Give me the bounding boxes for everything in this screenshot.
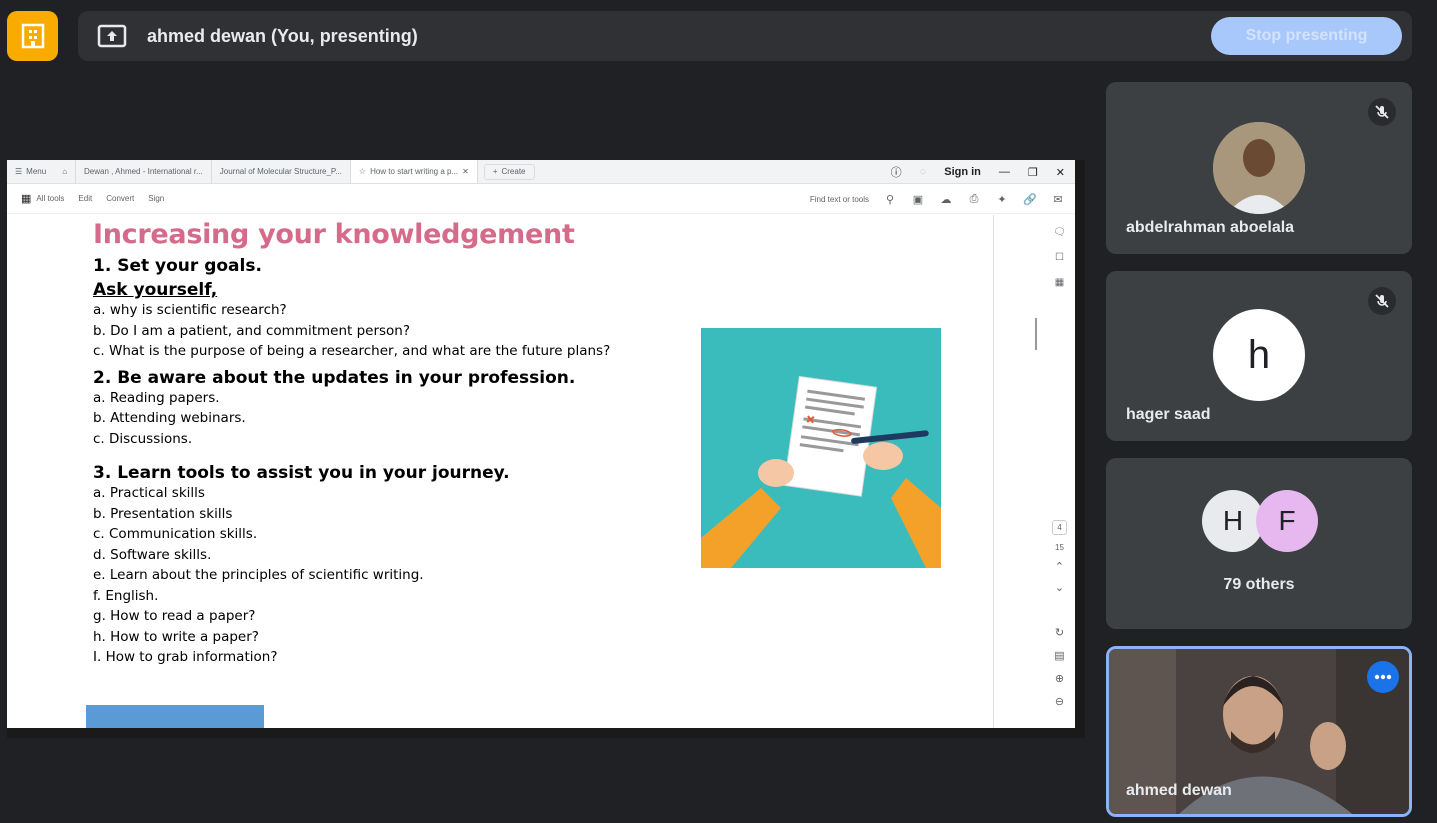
menu-button[interactable]: ☰ Menu — [7, 160, 54, 183]
list-item: g. How to read a paper? — [93, 608, 256, 624]
app-logo[interactable] — [7, 11, 58, 61]
comment-icon[interactable]: 🗨 — [1053, 227, 1066, 238]
restore-icon[interactable]: ❐ — [1028, 166, 1038, 179]
view-tools: ↻ ▤ ⊕ ⊖ — [1052, 626, 1067, 708]
total-pages: 15 — [1055, 543, 1064, 552]
tab-label: Journal of Molecular Structure_P... — [219, 167, 342, 176]
presenter-title: ahmed dewan (You, presenting) — [147, 25, 418, 46]
all-tools-label: All tools — [36, 194, 65, 203]
participant-name: abdelrahman aboelala — [1126, 219, 1295, 236]
scrollbar[interactable] — [1035, 318, 1037, 350]
participant-tile-hager[interactable]: h hager saad — [1106, 271, 1412, 441]
list-item: e. Learn about the principles of scienti… — [93, 567, 424, 583]
avatar-initial: H — [1222, 505, 1244, 536]
link-icon[interactable]: 🔗 — [1023, 192, 1037, 206]
tab-label: Dewan , Ahmed - International r... — [84, 167, 203, 176]
plus-icon: + — [492, 167, 498, 176]
convert-button[interactable]: Convert — [106, 194, 134, 203]
page-fit-icon[interactable]: ▤ — [1054, 649, 1064, 662]
present-screen-icon — [97, 24, 127, 48]
upload-cloud-icon[interactable]: ☁ — [939, 192, 953, 206]
close-tab-icon[interactable]: ✕ — [462, 167, 469, 176]
home-tab[interactable]: ⌂ — [54, 160, 77, 183]
others-count: 79 others — [1223, 576, 1295, 593]
all-tools-button[interactable]: ▦ All tools — [21, 192, 64, 205]
tab-how-to-start[interactable]: ☆ How to start writing a p... ✕ — [350, 160, 478, 183]
home-icon: ⌂ — [62, 167, 68, 176]
mic-off-icon — [1368, 287, 1396, 315]
side-tools: 🗨 ☐ ▦ — [1052, 227, 1067, 288]
others-tile[interactable]: H F 79 others — [1106, 458, 1412, 629]
current-page[interactable]: 4 — [1052, 520, 1067, 535]
help-icon[interactable]: ⓘ — [891, 164, 902, 180]
save-icon[interactable]: ▣ — [911, 192, 925, 206]
more-dots-icon — [1374, 674, 1392, 680]
paper-writing-illustration — [701, 328, 941, 568]
zoom-out-icon[interactable]: ⊖ — [1055, 695, 1064, 708]
edit-button[interactable]: Edit — [78, 194, 92, 203]
zoom-in-icon[interactable]: ⊕ — [1055, 672, 1064, 685]
minimize-icon[interactable]: — — [999, 166, 1010, 178]
shared-screen: ☰ Menu ⌂ Dewan , Ahmed - International r… — [7, 160, 1085, 738]
avatar: H — [1202, 490, 1264, 552]
tab-label: How to start writing a p... — [370, 167, 459, 176]
create-label: Create — [501, 167, 526, 176]
presentation-bar: ahmed dewan (You, presenting) Stop prese… — [78, 11, 1412, 61]
list-item: h. How to write a paper? — [93, 628, 259, 645]
participant-tile-abdelrahman[interactable]: abdelrahman aboelala — [1106, 82, 1412, 254]
thumbnails-icon[interactable]: ▦ — [1055, 277, 1064, 288]
avatar: F — [1256, 490, 1318, 552]
pdf-viewer-window: ☰ Menu ⌂ Dewan , Ahmed - International r… — [7, 160, 1075, 728]
print-icon[interactable]: ⎙ — [967, 192, 981, 206]
grid-icon: ▦ — [21, 193, 32, 205]
star-icon: ☆ — [358, 167, 367, 176]
list-item: a. why is scientific research? — [93, 302, 287, 318]
avatar — [1213, 122, 1305, 214]
subheading: Ask yourself, — [93, 280, 218, 300]
sign-in-button[interactable]: Sign in — [944, 166, 981, 178]
participant-name: hager saad — [1126, 406, 1211, 423]
ai-assistant-icon[interactable]: ✦ — [995, 192, 1009, 206]
building-icon — [21, 23, 44, 49]
avatar-initial: F — [1278, 505, 1296, 536]
more-options-button[interactable] — [1367, 661, 1399, 693]
tab-journal[interactable]: Journal of Molecular Structure_P... — [212, 160, 351, 183]
list-item: f. English. — [93, 587, 159, 604]
close-window-icon[interactable]: ✕ — [1056, 166, 1065, 179]
avatar-initial: h — [1247, 332, 1271, 377]
menu-label: Menu — [26, 167, 47, 176]
sign-button[interactable]: Sign — [148, 194, 164, 203]
chevron-up-icon[interactable]: ⌃ — [1055, 560, 1064, 573]
avatar: h — [1213, 309, 1305, 401]
email-icon[interactable]: ✉ — [1051, 192, 1065, 206]
blue-block — [86, 705, 264, 728]
pdf-page: Increasing your knowledgement 1. Set you… — [7, 215, 993, 728]
browser-tabbar: ☰ Menu ⌂ Dewan , Ahmed - International r… — [7, 160, 1075, 184]
refresh-icon[interactable]: ↻ — [1055, 626, 1064, 639]
find-text-label[interactable]: Find text or tools — [810, 195, 869, 204]
bell-icon[interactable]: ○ — [920, 166, 927, 178]
section-heading: 1. Set your goals. — [93, 256, 262, 276]
tab-dewan[interactable]: Dewan , Ahmed - International r... — [76, 160, 212, 183]
bookmark-icon[interactable]: ☐ — [1055, 252, 1064, 263]
stop-presenting-button[interactable]: Stop presenting — [1211, 17, 1402, 55]
list-item: I. How to grab information? — [93, 649, 278, 665]
mic-off-icon — [1368, 98, 1396, 126]
document-title: Increasing your knowledgement — [93, 219, 575, 250]
self-video-tile[interactable]: ahmed dewan — [1106, 646, 1412, 817]
chevron-down-icon[interactable]: ⌄ — [1055, 581, 1064, 594]
search-icon[interactable]: ⚲ — [883, 192, 897, 206]
participant-name: ahmed dewan — [1126, 782, 1232, 799]
pdf-toolbar: ▦ All tools Edit Convert Sign Find text … — [7, 184, 1075, 214]
page-navigation: 4 15 ⌃ ⌄ — [1052, 520, 1067, 594]
hamburger-icon: ☰ — [15, 167, 23, 176]
create-tab-button[interactable]: + Create — [483, 163, 535, 180]
